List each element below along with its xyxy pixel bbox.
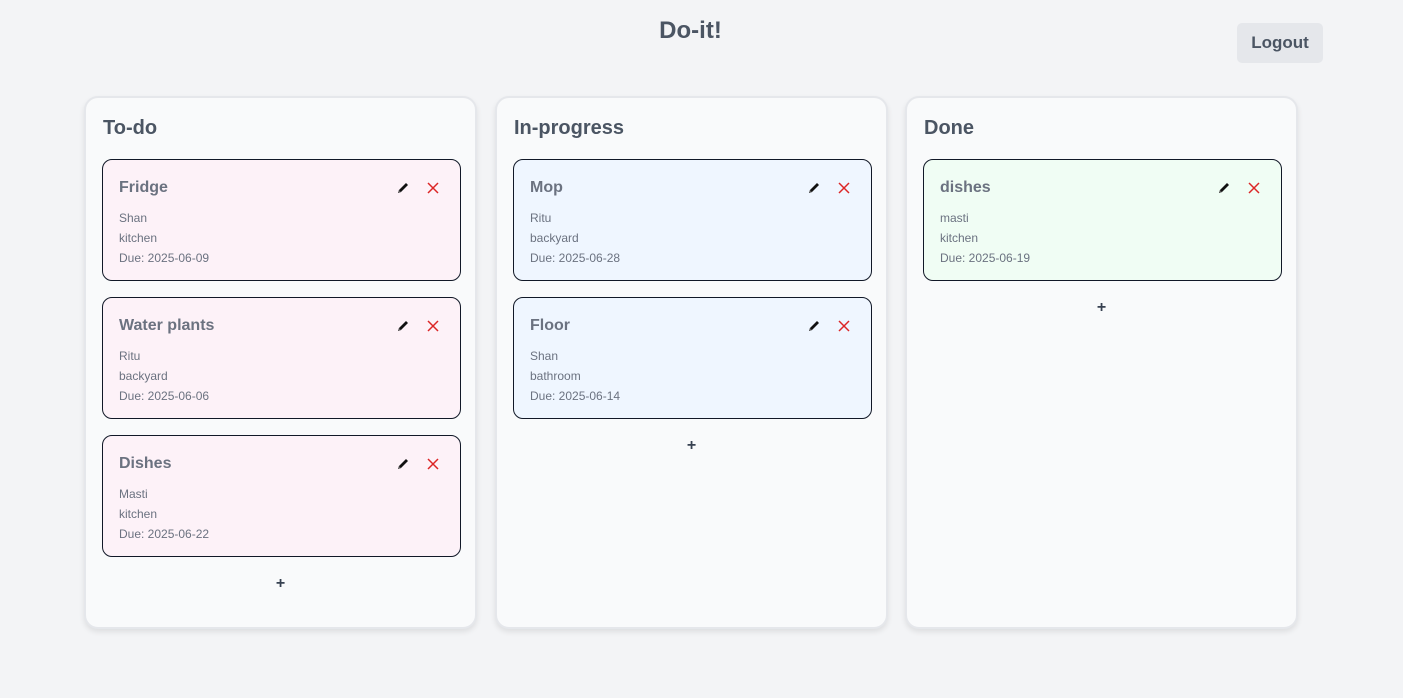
edit-button[interactable] (806, 180, 822, 196)
delete-button[interactable] (836, 318, 852, 334)
kanban-board: To-do Fridge Shan kitchen Due: 2025-06-0… (84, 96, 1300, 645)
pencil-icon (1219, 183, 1229, 193)
card-due-date: Due: 2025-06-14 (530, 389, 621, 403)
task-card[interactable]: dishes masti kitchen Due: 2025-06-19 (923, 159, 1282, 281)
card-due-date: Due: 2025-06-06 (119, 389, 210, 403)
column-done: Done dishes masti kitchen Due: 2025-06-1… (905, 96, 1298, 629)
card-location: bathroom (530, 369, 581, 383)
logout-button[interactable]: Logout (1237, 23, 1323, 63)
task-card[interactable]: Water plants Ritu backyard Due: 2025-06-… (102, 297, 461, 419)
pencil-icon (809, 183, 819, 193)
task-card[interactable]: Dishes Masti kitchen Due: 2025-06-22 (102, 435, 461, 557)
edit-button[interactable] (806, 318, 822, 334)
card-person: Ritu (119, 349, 141, 363)
column-todo: To-do Fridge Shan kitchen Due: 2025-06-0… (84, 96, 477, 629)
card-person: masti (940, 211, 969, 225)
card-person: Shan (530, 349, 559, 363)
add-task-button[interactable]: + (923, 298, 1280, 318)
close-icon (427, 320, 439, 332)
card-person: Shan (119, 211, 148, 225)
pencil-icon (398, 459, 408, 469)
column-title: In-progress (514, 117, 625, 139)
app-title: Do-it! (659, 17, 722, 44)
delete-button[interactable] (1246, 180, 1262, 196)
delete-button[interactable] (425, 456, 441, 472)
task-card[interactable]: Fridge Shan kitchen Due: 2025-06-09 (102, 159, 461, 281)
add-task-button[interactable]: + (513, 436, 870, 456)
close-icon (427, 458, 439, 470)
edit-button[interactable] (395, 318, 411, 334)
card-location: backyard (119, 369, 168, 383)
delete-button[interactable] (425, 318, 441, 334)
card-due-date: Due: 2025-06-22 (119, 527, 210, 541)
delete-button[interactable] (836, 180, 852, 196)
edit-button[interactable] (395, 180, 411, 196)
card-person: Ritu (530, 211, 552, 225)
edit-button[interactable] (395, 456, 411, 472)
pencil-icon (398, 321, 408, 331)
card-location: backyard (530, 231, 579, 245)
column-title: To-do (103, 117, 158, 139)
task-card[interactable]: Floor Shan bathroom Due: 2025-06-14 (513, 297, 872, 419)
close-icon (427, 182, 439, 194)
pencil-icon (398, 183, 408, 193)
column-in-progress: In-progress Mop Ritu backyard Due: 2025-… (495, 96, 888, 629)
card-due-date: Due: 2025-06-09 (119, 251, 210, 265)
close-icon (838, 320, 850, 332)
close-icon (1248, 182, 1260, 194)
close-icon (838, 182, 850, 194)
task-card[interactable]: Mop Ritu backyard Due: 2025-06-28 (513, 159, 872, 281)
add-task-button[interactable]: + (102, 574, 459, 594)
card-due-date: Due: 2025-06-28 (530, 251, 621, 265)
card-location: kitchen (119, 507, 158, 521)
pencil-icon (809, 321, 819, 331)
card-due-date: Due: 2025-06-19 (940, 251, 1031, 265)
card-location: kitchen (119, 231, 158, 245)
edit-button[interactable] (1216, 180, 1232, 196)
delete-button[interactable] (425, 180, 441, 196)
card-location: kitchen (940, 231, 979, 245)
card-person: Masti (119, 487, 148, 501)
column-title: Done (924, 117, 974, 139)
